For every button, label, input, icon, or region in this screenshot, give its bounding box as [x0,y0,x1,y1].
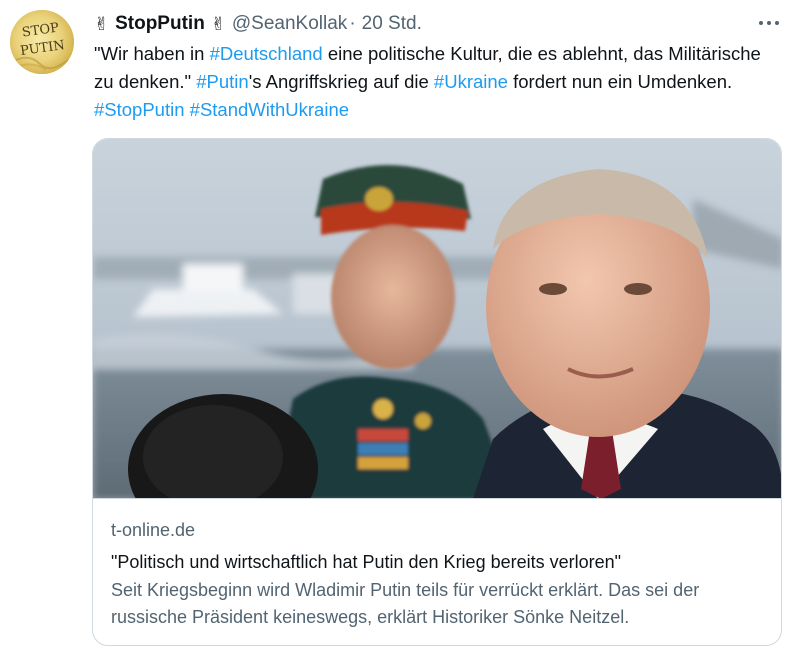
separator: · [349,13,356,34]
hashtag-deutschland[interactable]: #Deutschland [210,43,323,64]
tweet-text: "Wir haben in #Deutschland eine politisc… [94,40,784,124]
more-dot [759,21,763,25]
victory-hand-icon: ✌ [94,14,110,34]
more-dot [767,21,771,25]
card-title[interactable]: "Politisch und wirtschaftlich hat Putin … [111,549,763,575]
hashtag-ukraine[interactable]: #Ukraine [434,71,508,92]
hashtag-putin[interactable]: #Putin [196,71,248,92]
more-icon[interactable] [756,14,782,32]
avatar-image: STOP PUTIN [10,10,74,74]
timestamp[interactable]: 20 Std. [362,13,422,35]
card-photo [93,139,781,498]
hashtag-standwithukraine[interactable]: #StandWithUkraine [190,99,349,120]
tweet-header: ✌ StopPutin ✌ @SeanKollak · 20 Std. [94,12,422,36]
avatar[interactable]: STOP PUTIN [10,10,74,74]
hashtag-stopputin[interactable]: #StopPutin [94,99,185,120]
card-meta: t-online.de "Politisch und wirtschaftlic… [111,517,763,631]
display-name[interactable]: StopPutin [115,13,205,35]
tweet-text-part: 's Angriffskrieg auf die [248,71,434,92]
user-handle[interactable]: @SeanKollak [232,13,347,35]
card-domain: t-online.de [111,520,196,540]
tweet-text-part: fordert nun ein Umdenken. [507,71,733,92]
card-description: Seit Kriegsbeginn wird Wladimir Putin te… [111,580,700,627]
victory-hand-icon: ✌ [210,14,226,34]
card-image[interactable] [93,139,781,499]
tweet-text-part: "Wir haben in [94,43,210,64]
link-card[interactable]: t-online.de "Politisch und wirtschaftlic… [92,138,782,646]
more-dot [775,21,779,25]
